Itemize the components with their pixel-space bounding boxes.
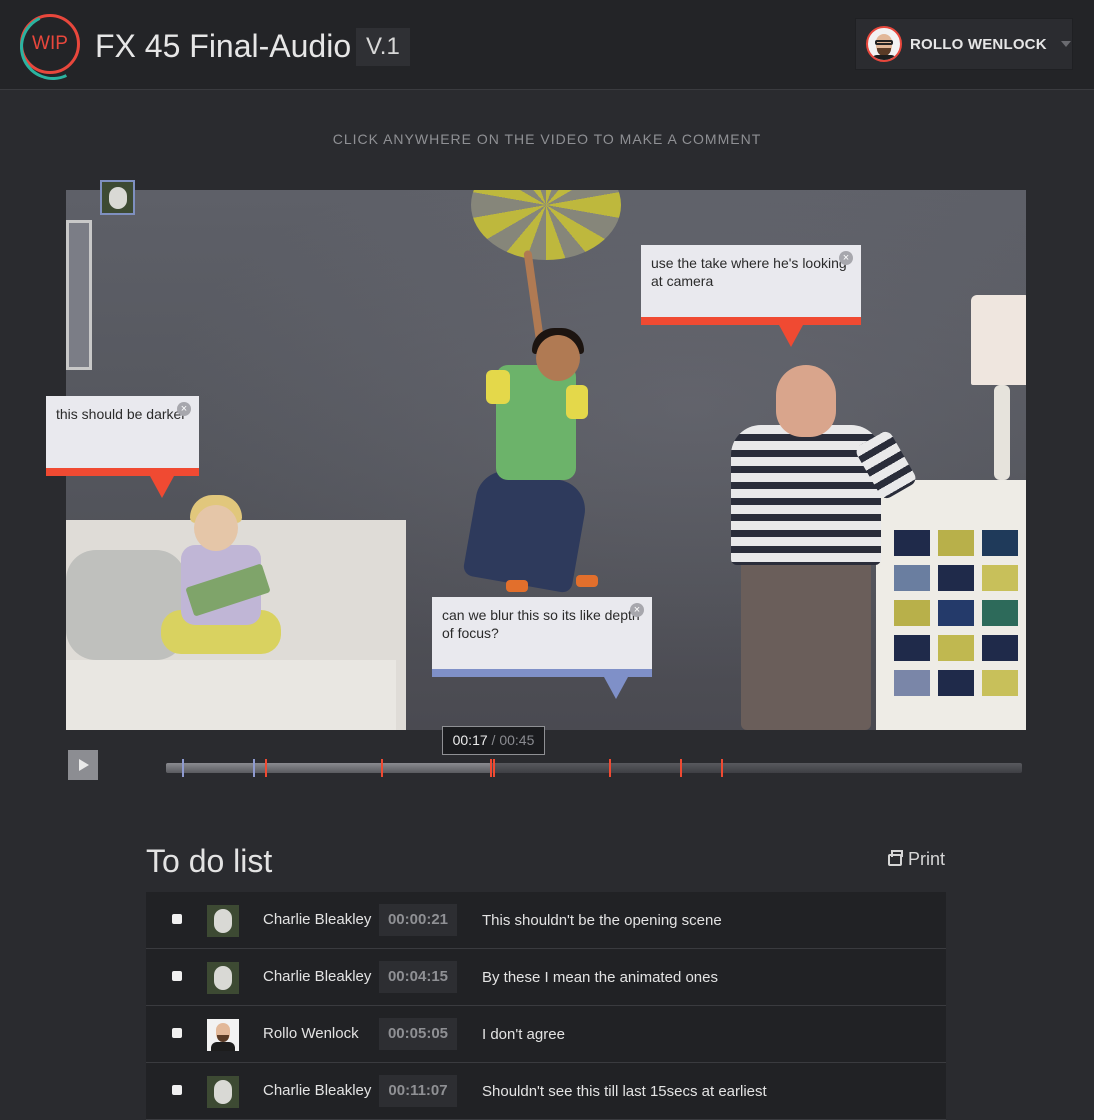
avatar [207,1076,239,1108]
timeline-progress [166,763,492,773]
todo-timecode[interactable]: 00:05:05 [379,1018,457,1050]
todo-text: I don't agree [482,1026,565,1043]
avatar [207,905,239,937]
comment-marker[interactable] [490,759,492,777]
table-row[interactable]: Rollo Wenlock 00:05:05 I don't agree [146,1006,946,1063]
comment-text: this should be darker [56,406,186,422]
comment-text: can we blur this so its like depth of fo… [442,607,640,641]
todo-timecode[interactable]: 00:04:15 [379,961,457,993]
todo-checkbox[interactable] [172,971,182,981]
todo-text: This shouldn't be the opening scene [482,912,722,929]
comment-marker[interactable] [182,759,184,777]
todo-timecode[interactable]: 00:00:21 [379,904,457,936]
timecode-display: 00:17 / 00:45 [442,726,545,755]
todo-checkbox[interactable] [172,1085,182,1095]
todo-author: Charlie Bleakley [263,911,372,928]
table-row[interactable]: Charlie Bleakley 00:00:21 This shouldn't… [146,892,946,949]
table-lamp [971,295,1026,385]
user-menu[interactable]: ROLLO WENLOCK [855,18,1073,70]
comment-marker[interactable] [680,759,682,777]
comment-marker[interactable] [253,759,255,777]
todo-checkbox[interactable] [172,914,182,924]
print-button[interactable]: Print [888,849,945,870]
user-avatar [866,26,902,62]
todo-timecode[interactable]: 00:11:07 [379,1075,457,1107]
total-time: 00:45 [499,732,535,748]
wall-picture-frame [66,220,92,370]
app-header: WIP FX 45 Final-Audio V.1 ROLLO WENLOCK [0,0,1094,90]
comment-bubble[interactable]: use the take where he's looking at camer… [641,245,861,347]
close-icon[interactable]: × [630,603,644,617]
close-icon[interactable]: × [839,251,853,265]
todo-author: Charlie Bleakley [263,1082,372,1099]
chevron-down-icon [1060,41,1071,47]
todo-text: Shouldn't see this till last 15secs at e… [482,1083,767,1100]
comment-marker[interactable] [381,759,383,777]
comment-text: use the take where he's looking at camer… [651,255,847,289]
todo-text: By these I mean the animated ones [482,969,718,986]
project-title: FX 45 Final-Audio [95,28,352,64]
comment-bubble[interactable]: this should be darker × [46,396,199,498]
printer-icon [888,849,903,866]
version-badge[interactable]: V.1 [356,28,410,66]
todo-author: Charlie Bleakley [263,968,372,985]
todo-list: Charlie Bleakley 00:00:21 This shouldn't… [146,892,946,1120]
todo-author: Rollo Wenlock [263,1025,359,1042]
print-label: Print [908,849,946,869]
play-button[interactable] [68,750,98,780]
todo-checkbox[interactable] [172,1028,182,1038]
logo-text: WIP [32,33,68,54]
comment-marker[interactable] [609,759,611,777]
table-row[interactable]: Charlie Bleakley 00:11:07 Shouldn't see … [146,1063,946,1120]
current-time: 00:17 [452,732,488,748]
comment-marker[interactable] [493,759,495,777]
todo-title: To do list [146,843,273,879]
user-name: ROLLO WENLOCK [910,35,1047,53]
timeline-scrubber[interactable] [166,759,1022,777]
comment-marker[interactable] [265,759,267,777]
wip-logo[interactable]: WIP [20,14,80,74]
comment-marker[interactable] [721,759,723,777]
comment-author-marker[interactable] [100,180,135,215]
dresser [876,480,1026,730]
comment-bubble[interactable]: can we blur this so its like depth of fo… [432,597,652,699]
close-icon[interactable]: × [177,402,191,416]
instruction-text: CLICK ANYWHERE ON THE VIDEO TO MAKE A CO… [332,131,762,147]
avatar [207,962,239,994]
avatar [207,1019,239,1051]
table-row[interactable]: Charlie Bleakley 00:04:15 By these I mea… [146,949,946,1006]
